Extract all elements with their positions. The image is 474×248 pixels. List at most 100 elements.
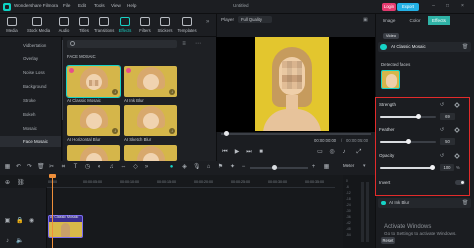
layout-icon[interactable]: ▦ [4, 164, 11, 171]
reset-button[interactable]: Reset [381, 237, 395, 244]
tab-templates[interactable]: Templates [177, 15, 197, 35]
zoom-in-icon[interactable]: + [310, 164, 317, 171]
voiceover-icon[interactable]: 🎙 [193, 164, 201, 171]
detected-face-thumbnail[interactable] [381, 70, 400, 89]
sidebar-item[interactable]: Background [0, 81, 61, 92]
tab-media[interactable]: Media [2, 15, 22, 35]
effect-card-ai-classic-blur[interactable] [67, 145, 120, 161]
minimize-icon[interactable]: – [430, 3, 437, 10]
add-track-icon[interactable]: ⊕ [4, 180, 11, 187]
screenshot-icon[interactable]: ◎ [328, 148, 336, 156]
menu-edit[interactable]: Edit [78, 3, 86, 9]
ai-icon[interactable]: ✦ [229, 164, 236, 171]
delete-clip-icon[interactable]: 🗑 [37, 164, 45, 171]
display-icon[interactable]: ▭ [316, 148, 324, 156]
snap-icon[interactable]: ⌂ [205, 164, 212, 171]
cut-icon[interactable]: ✂ [48, 164, 55, 171]
text-icon[interactable]: T [72, 164, 79, 171]
effect-visibility-icon[interactable] [381, 201, 386, 205]
slider-handle[interactable] [405, 139, 411, 144]
invert-toggle[interactable] [455, 180, 465, 185]
close-icon[interactable]: × [459, 3, 466, 10]
video-sub-tab[interactable]: Video [383, 33, 399, 39]
search-input[interactable] [67, 40, 177, 48]
tab-audio[interactable]: Audio [54, 15, 74, 35]
grid-icon[interactable]: ▦ [323, 164, 330, 171]
play-icon[interactable]: ▶ [233, 148, 241, 156]
tab-stock-media[interactable]: Stock Media [27, 15, 50, 35]
menu-file[interactable]: File [63, 3, 70, 9]
undo-icon[interactable]: ↶ [15, 164, 22, 171]
download-icon[interactable]: ↓ [169, 89, 175, 95]
slider-handle[interactable] [429, 165, 435, 170]
tab-titles[interactable]: Titles [74, 15, 94, 35]
crop-icon[interactable]: ⌗ [60, 164, 67, 171]
download-icon[interactable]: ↓ [112, 128, 118, 134]
effect-card-ai-horizontal-blur[interactable]: ↓ [67, 105, 120, 136]
volume-icon[interactable]: ♪ [340, 148, 348, 156]
tab-filters[interactable]: Filters [135, 15, 155, 35]
filter-icon[interactable]: ≡ [180, 40, 188, 48]
tab-effects[interactable]: Effects [115, 15, 135, 35]
tab-transitions[interactable]: Transitions [94, 15, 114, 35]
delete-icon[interactable]: 🗑 [462, 200, 468, 206]
tab-image[interactable]: Image [377, 16, 401, 25]
sidebar-item[interactable]: Vidbertation [0, 40, 61, 51]
next-frame-icon[interactable]: ⏭ [245, 148, 253, 156]
effect-card-ai-classic-mosaic[interactable]: ↓ [66, 65, 121, 98]
tab-color[interactable]: Color [403, 16, 427, 25]
download-icon[interactable]: ↓ [169, 128, 175, 134]
sidebar-item[interactable]: Bokeh [0, 109, 61, 120]
reset-icon[interactable]: ↺ [439, 102, 445, 108]
mark-icon[interactable]: ◈ [181, 164, 188, 171]
effect-card-ai-ink-blur-2[interactable] [124, 145, 177, 161]
zoom-slider[interactable] [250, 167, 308, 169]
menu-view[interactable]: View [111, 3, 121, 9]
tab-stickers[interactable]: Stickers [155, 15, 175, 35]
expand-icon[interactable]: ⇔ [120, 164, 127, 171]
quality-select[interactable]: Full Quality [238, 16, 272, 23]
seek-bar[interactable] [221, 133, 371, 135]
playhead[interactable] [52, 176, 53, 248]
reset-icon[interactable]: ↺ [439, 153, 445, 159]
mute-icon[interactable]: 🔈 [16, 238, 23, 245]
marker-icon[interactable]: ⚑ [217, 164, 224, 171]
speed-icon[interactable]: ◷ [84, 164, 91, 171]
snapshot-icon[interactable]: ▣ [363, 17, 368, 23]
redo-icon[interactable]: ↷ [26, 164, 33, 171]
menu-tools[interactable]: Tools [94, 3, 105, 9]
sidebar-item[interactable]: Mosaic [0, 123, 61, 134]
strength-slider[interactable] [380, 116, 436, 118]
more-tools-icon[interactable]: » [143, 164, 150, 171]
link-icon[interactable]: ⛓ [17, 180, 25, 187]
keyframe-tool-icon[interactable]: ◇ [132, 164, 139, 171]
delete-icon[interactable]: 🗑 [462, 44, 468, 50]
sidebar-item-face-mosaic[interactable]: Face Mosaic [0, 136, 61, 147]
audio-adjust-icon[interactable]: ♫ [108, 164, 115, 171]
feather-value[interactable]: 50 [440, 138, 455, 145]
reset-icon[interactable]: ↺ [439, 127, 445, 133]
effect-card-ai-sketch-blur[interactable]: ↓ [124, 105, 177, 136]
effect-visibility-icon[interactable] [380, 44, 387, 50]
export-button[interactable]: Export [397, 3, 419, 11]
color-icon[interactable]: ◐ [96, 164, 103, 171]
more-icon[interactable]: ⋯ [194, 40, 202, 48]
prev-frame-icon[interactable]: ⏮ [221, 148, 229, 156]
sidebar-item[interactable]: Stroke [0, 95, 61, 106]
seek-handle[interactable] [224, 131, 229, 136]
login-button[interactable]: Login [382, 3, 396, 11]
zoom-slider-handle[interactable] [272, 165, 277, 170]
strength-value[interactable]: 69 [440, 113, 455, 120]
effect-card-ai-ink-blur[interactable]: ↓ [124, 66, 177, 97]
fullscreen-icon[interactable]: ⤢ [355, 148, 363, 156]
maximize-icon[interactable]: □ [444, 3, 451, 10]
more-tabs-icon[interactable]: » [206, 19, 209, 25]
sidebar-item[interactable]: Noise Loss [0, 67, 61, 78]
opacity-slider[interactable] [380, 167, 432, 169]
lock-icon[interactable]: 🔒 [16, 218, 23, 225]
tab-effects-props[interactable]: Effects [428, 16, 450, 25]
menu-help[interactable]: Help [127, 3, 136, 9]
render-icon[interactable]: ● [168, 164, 175, 171]
eye-icon[interactable]: ◉ [28, 218, 35, 225]
meter-dropdown-icon[interactable]: ▾ [363, 163, 366, 169]
